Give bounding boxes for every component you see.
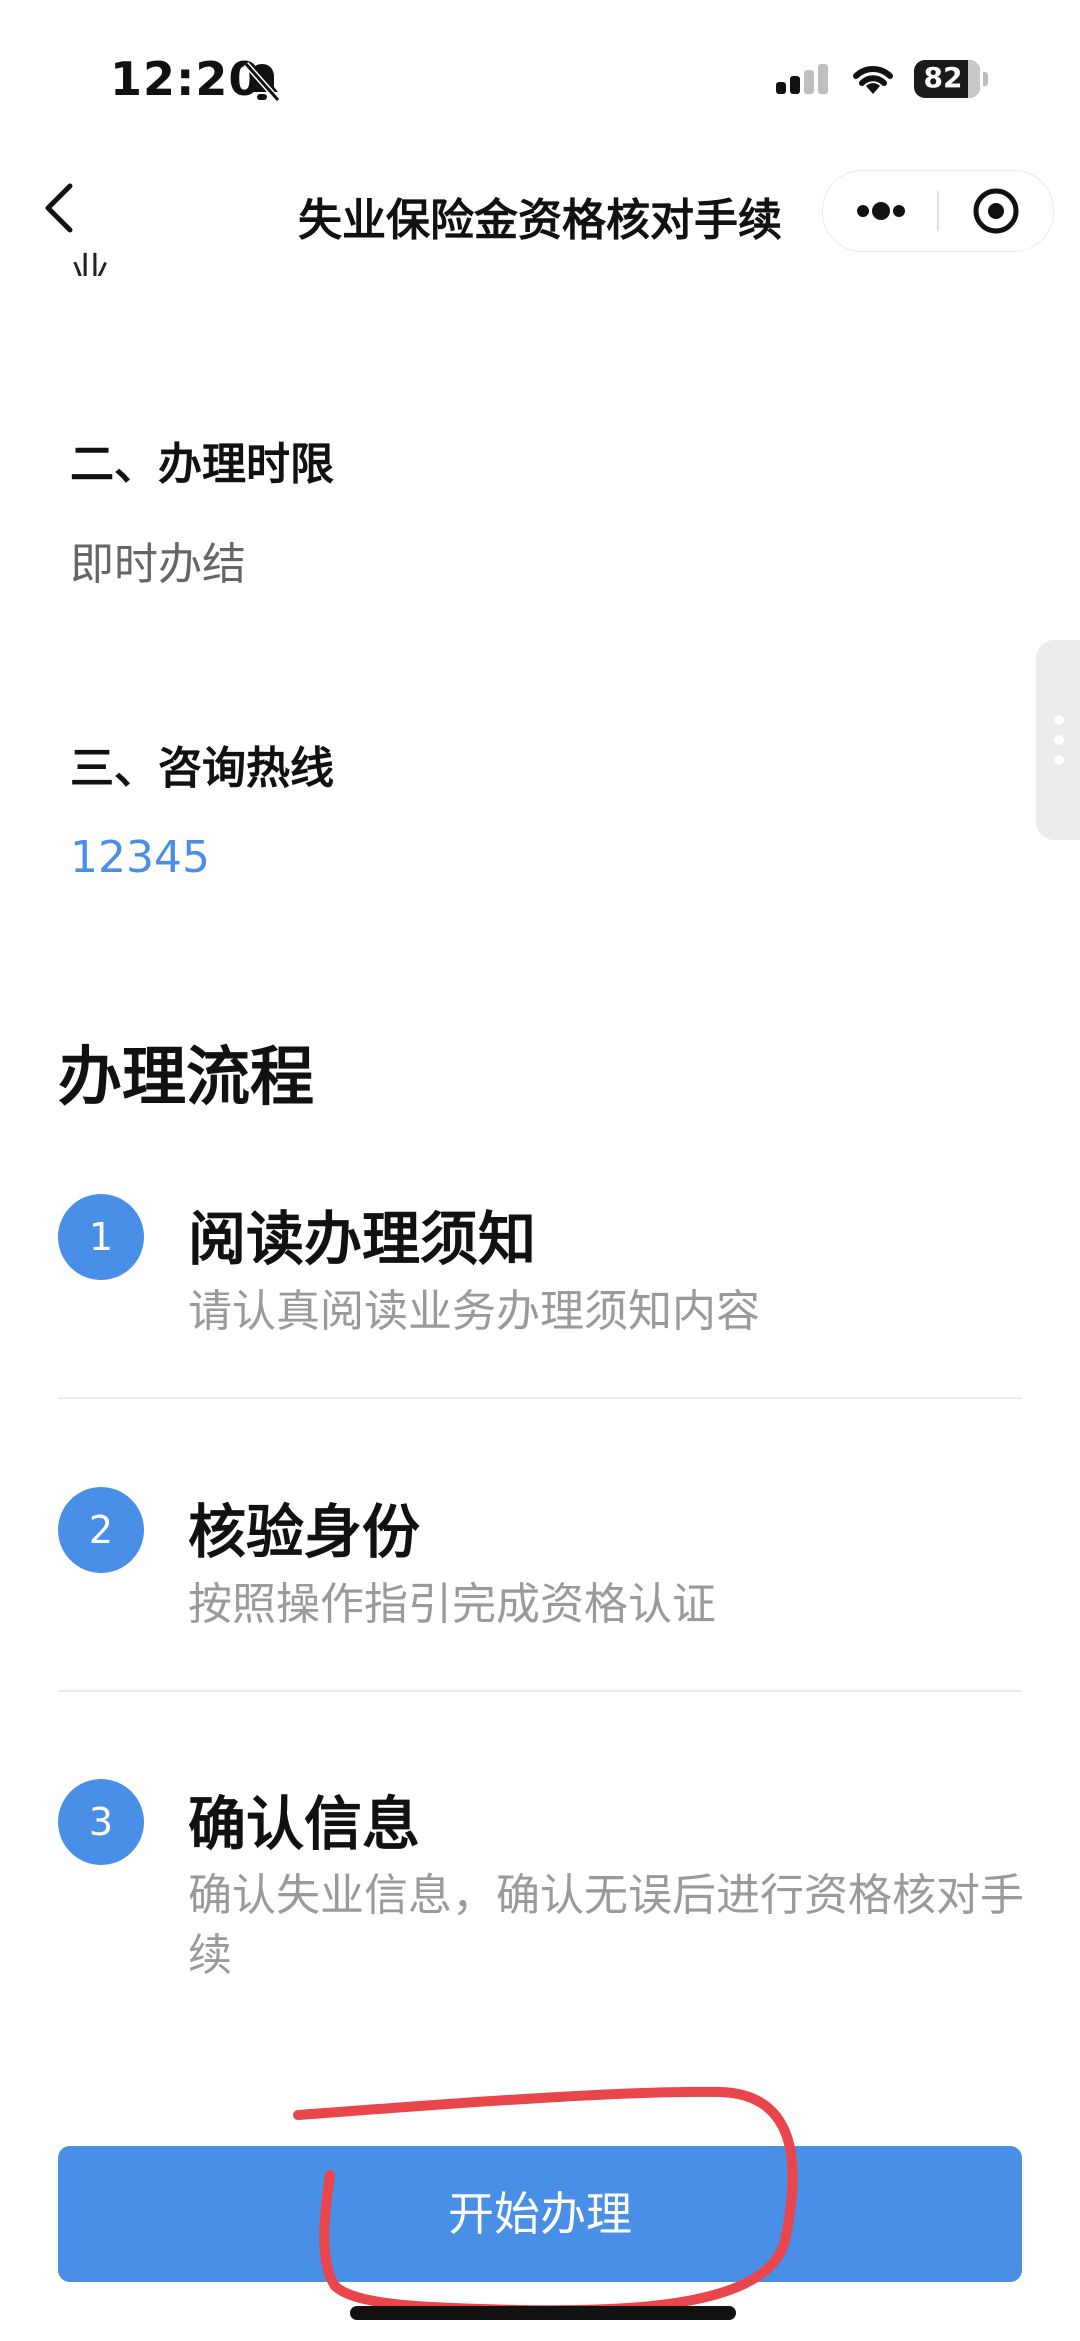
flow-title: 办理流程 [58,1041,314,1115]
section-value-time-limit: 即时办结 [70,539,246,590]
vertical-dots-icon [1054,715,1064,765]
step-number-badge: 2 [58,1487,144,1573]
page-title: 失业保险金资格核对手续 [298,195,782,246]
battery-percent: 82 [923,61,963,94]
step-title: 核验身份 [188,1498,421,1566]
side-floating-tab[interactable] [1036,640,1080,840]
home-indicator[interactable] [350,2306,736,2320]
step-description: 确认失业信息，确认无误后进行资格核对手续 [188,1870,1024,1981]
back-arrow-icon[interactable] [40,178,80,238]
navigation-bar: 失业保险金资格核对手续 [0,150,1080,270]
wifi-icon [853,65,893,94]
step-title: 确认信息 [188,1790,421,1858]
truncated-text: 业。 [70,250,150,276]
battery-icon: 82 [914,60,990,100]
cellular-signal-icon [776,64,828,94]
step-description: 请认真阅读业务办理须知内容 [188,1286,760,1337]
status-bar: 12:20 82 [0,0,1080,150]
step-number-badge: 3 [58,1779,144,1865]
step-divider [58,1690,1022,1692]
mini-program-capsule [822,170,1054,252]
step-divider [58,1397,1022,1399]
section-heading-time-limit: 二、办理时限 [70,439,334,490]
section-heading-hotline: 三、咨询热线 [70,743,334,794]
bell-muted-icon [243,62,281,102]
hotline-link[interactable]: 12345 [70,832,210,883]
close-mini-program-icon[interactable] [939,171,1053,251]
status-time: 12:20 [110,52,262,106]
start-processing-button[interactable]: 开始办理 [58,2146,1022,2282]
more-options-icon[interactable] [823,171,937,251]
step-title: 阅读办理须知 [188,1205,537,1273]
step-description: 按照操作指引完成资格认证 [188,1579,716,1630]
step-number-badge: 1 [58,1194,144,1280]
